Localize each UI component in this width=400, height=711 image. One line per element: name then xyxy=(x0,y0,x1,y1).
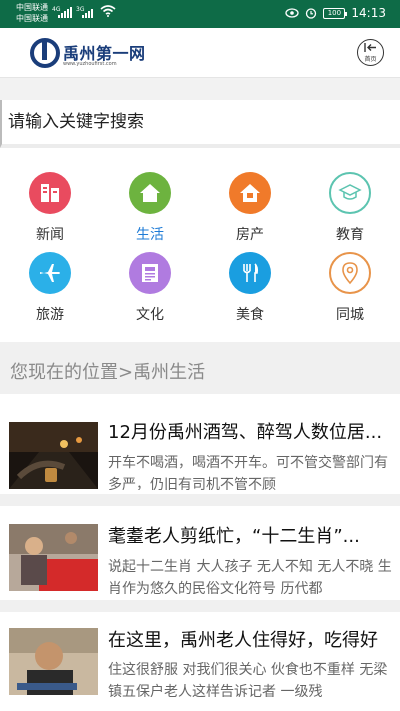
category-label: 同城 xyxy=(336,307,364,323)
graduation-cap-icon xyxy=(329,172,371,214)
news-thumbnail xyxy=(9,422,98,489)
news-item[interactable]: 在这里，禹州老人住得好，吃得好 住这很舒服 对我们很关心 伙食也不重样 无梁镇五… xyxy=(0,612,400,711)
logo-url: www.yuzhoufirst.com xyxy=(63,61,117,67)
category-local[interactable]: 同城 xyxy=(310,236,390,323)
news-title: 耄耋老人剪纸忙，“十二生肖”... xyxy=(108,526,360,547)
divider xyxy=(0,494,400,506)
divider xyxy=(0,600,400,612)
news-thumbnail xyxy=(9,628,98,695)
signal-icon xyxy=(58,7,72,18)
site-logo[interactable]: 禹州第一网 www.yuzhoufirst.com xyxy=(30,38,145,72)
category-label: 美食 xyxy=(236,307,264,323)
logo-mark-icon xyxy=(30,38,60,68)
category-life[interactable]: 生活 xyxy=(110,156,190,243)
signal-icon-2 xyxy=(82,7,93,18)
news-description: 住这很舒服 对我们很关心 伙食也不重样 无梁镇五保户老人这样告诉记者 一级残 xyxy=(108,662,388,697)
news-item[interactable]: 耄耋老人剪纸忙，“十二生肖”... 说起十二生肖 大人孩子 无人不知 无人不晓 … xyxy=(0,506,400,612)
category-label: 旅游 xyxy=(36,307,64,323)
news-icon xyxy=(29,172,71,214)
category-travel[interactable]: 旅游 xyxy=(10,236,90,323)
category-education[interactable]: 教育 xyxy=(310,156,390,243)
alarm-icon xyxy=(306,8,317,19)
app-header: 禹州第一网 www.yuzhoufirst.com 首页 xyxy=(0,28,400,78)
home-button[interactable]: 首页 xyxy=(357,39,384,66)
news-description: 开车不喝酒，喝酒不开车。可不管交警部门有多严，仍旧有司机不管不顾 xyxy=(108,455,388,490)
category-news[interactable]: 新闻 xyxy=(10,156,90,243)
spacer xyxy=(0,78,400,100)
search-input[interactable] xyxy=(8,100,388,144)
fork-knife-icon xyxy=(229,252,271,294)
category-grid: 新闻 生活 房产 教育 旅游 文化 美食 同城 xyxy=(0,156,400,340)
battery-icon: 100 xyxy=(323,7,348,19)
category-property[interactable]: 房产 xyxy=(210,156,290,243)
building-icon xyxy=(229,172,271,214)
breadcrumb-text: 您现在的位置>禹州生活 xyxy=(10,362,206,383)
clock: 14:13 xyxy=(351,6,386,20)
category-label: 文化 xyxy=(136,307,164,323)
news-description: 说起十二生肖 大人孩子 无人不知 无人不晓 生肖作为悠久的民俗文化符号 历代都 xyxy=(108,559,392,594)
carrier-2: 中国联通 xyxy=(16,14,48,23)
category-culture[interactable]: 文化 xyxy=(110,236,190,323)
news-title: 12月份禹州酒驾、醉驾人数位居... xyxy=(108,422,383,443)
search-bar xyxy=(0,100,400,148)
breadcrumb: 您现在的位置>禹州生活 xyxy=(0,342,400,394)
news-thumbnail xyxy=(9,524,98,591)
wifi-icon xyxy=(100,5,116,17)
home-label: 首页 xyxy=(364,56,377,63)
newspaper-icon xyxy=(129,252,171,294)
news-title: 在这里，禹州老人住得好，吃得好 xyxy=(108,630,378,651)
status-bar: 中国联通 中国联通 4G 3G 100 14:13 xyxy=(0,0,400,28)
home-back-icon xyxy=(364,43,376,52)
location-pin-icon xyxy=(329,252,371,294)
news-item[interactable]: 12月份禹州酒驾、醉驾人数位居... 开车不喝酒，喝酒不开车。可不管交警部门有多… xyxy=(0,394,400,506)
eye-icon xyxy=(285,8,300,18)
carrier-1: 中国联通 xyxy=(16,3,48,12)
category-food[interactable]: 美食 xyxy=(210,236,290,323)
carrier-info: 中国联通 中国联通 xyxy=(16,2,48,24)
status-right: 100 14:13 xyxy=(285,6,386,20)
airplane-icon xyxy=(29,252,71,294)
house-icon xyxy=(129,172,171,214)
